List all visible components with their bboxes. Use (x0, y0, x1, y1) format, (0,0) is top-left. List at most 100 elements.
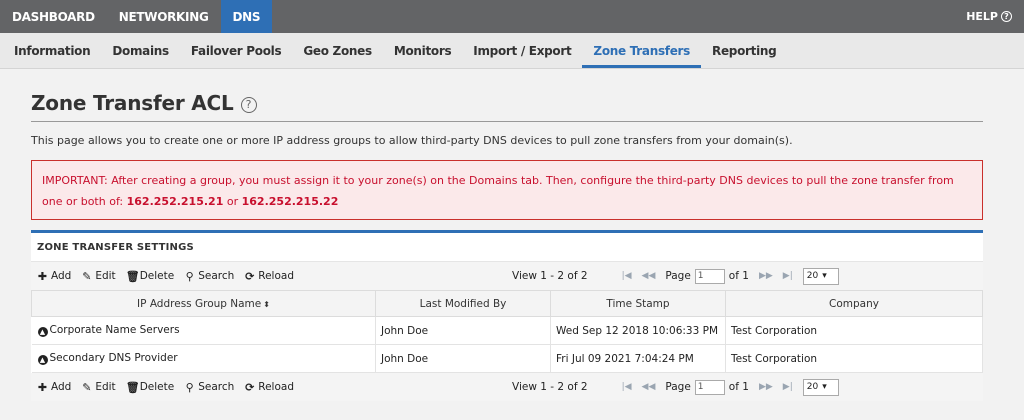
last-page-icon[interactable]: ▶| (783, 271, 793, 281)
grid-title: ZONE TRANSFER SETTINGS (31, 233, 983, 262)
delete-label: Delete (139, 381, 175, 393)
rows-per-page-select[interactable]: 20 ▾ (802, 378, 839, 396)
reload-icon: ⟳ (245, 380, 255, 394)
prev-page-icon[interactable]: ◀◀ (642, 382, 656, 392)
important-alert: IMPORTANT: After creating a group, you m… (31, 160, 983, 220)
alert-or: or (226, 195, 239, 208)
chevron-down-icon: ▾ (822, 271, 827, 281)
plus-icon: ✚ (37, 269, 48, 283)
delete-label: Delete (139, 270, 175, 282)
page-input[interactable] (694, 379, 725, 395)
topnav-dashboard[interactable]: DASHBOARD (0, 0, 107, 33)
group-name: Corporate Name Servers (49, 324, 180, 336)
edit-button[interactable]: ✎ Edit (81, 381, 115, 394)
reload-label: Reload (258, 381, 294, 393)
pencil-icon: ✎ (82, 269, 92, 283)
topnav-dns[interactable]: DNS (220, 0, 273, 33)
table-row[interactable]: ▲ Secondary DNS Provider John Doe Fri Jul… (31, 344, 983, 373)
table-row[interactable]: ▲ Corporate Name Servers John Doe Wed Sep… (31, 316, 983, 345)
page-count: of 1 (728, 270, 749, 282)
chevron-up-circle-icon[interactable]: ▲ (37, 327, 48, 337)
tab-reporting[interactable]: Reporting (701, 33, 787, 68)
prev-page-icon[interactable]: ◀◀ (642, 271, 656, 281)
pager-bottom: View 1 - 2 of 2 |◀ ◀◀ Page of 1 ▶▶ ▶| 20… (512, 373, 839, 401)
cell-timestamp: Fri Jul 09 2021 7:04:24 PM (550, 344, 726, 373)
tab-information[interactable]: Information (3, 33, 101, 68)
cell-modified-by: John Doe (375, 344, 551, 373)
search-button[interactable]: ⚲ Search (184, 380, 235, 394)
search-label: Search (198, 270, 235, 282)
group-name: Secondary DNS Provider (49, 352, 178, 364)
cell-company: Test Corporation (725, 316, 983, 345)
help-label: HELP (966, 10, 998, 23)
add-label: Add (51, 270, 72, 282)
add-button[interactable]: ✚ Add (37, 381, 71, 394)
zone-transfer-table: IP Address Group Name ⬍ Last Modified By … (31, 290, 983, 373)
search-icon: ⚲ (185, 380, 194, 394)
question-icon[interactable]: ? (240, 96, 257, 113)
cell-timestamp: Wed Sep 12 2018 10:06:33 PM (550, 316, 726, 345)
tab-import-export[interactable]: Import / Export (462, 33, 582, 68)
page-input[interactable] (694, 268, 725, 284)
first-page-icon[interactable]: |◀ (622, 382, 632, 392)
next-page-icon[interactable]: ▶▶ (759, 271, 773, 281)
add-label: Add (51, 381, 72, 393)
top-nav: DASHBOARD NETWORKING DNS HELP ? (0, 0, 1024, 33)
next-page-icon[interactable]: ▶▶ (759, 382, 773, 392)
zone-transfer-grid: ZONE TRANSFER SETTINGS ✚ Add ✎ Edit 🗑 De… (31, 230, 983, 401)
column-header-last-modified[interactable]: Last Modified By (375, 290, 551, 317)
tab-geo-zones[interactable]: Geo Zones (292, 33, 382, 68)
sort-icon: ⬍ (263, 299, 270, 309)
trash-icon: 🗑 (125, 380, 140, 394)
tab-zone-transfers[interactable]: Zone Transfers (582, 33, 702, 68)
chevron-up-circle-icon[interactable]: ▲ (37, 355, 48, 365)
add-button[interactable]: ✚ Add (37, 270, 71, 283)
rows-per-page-select[interactable]: 20 ▾ (802, 267, 839, 285)
page-header: Zone Transfer ACL ? (31, 91, 983, 122)
pager-top: View 1 - 2 of 2 |◀ ◀◀ Page of 1 ▶▶ ▶| 20… (512, 262, 839, 290)
rows-per-page-value: 20 (806, 382, 819, 392)
page-count: of 1 (728, 381, 749, 393)
tab-monitors[interactable]: Monitors (383, 33, 462, 68)
question-icon: ? (1001, 11, 1012, 22)
grid-toolbar-bottom: ✚ Add ✎ Edit 🗑 Delete ⚲ Search ⟳ Reload … (31, 373, 983, 401)
search-icon: ⚲ (185, 269, 194, 283)
tab-failover-pools[interactable]: Failover Pools (180, 33, 292, 68)
column-header-time-stamp[interactable]: Time Stamp (550, 290, 726, 317)
delete-button[interactable]: 🗑 Delete (126, 270, 175, 283)
page-description: This page allows you to create one or mo… (31, 134, 793, 147)
edit-label: Edit (95, 381, 116, 393)
pencil-icon: ✎ (82, 380, 92, 394)
page-title: Zone Transfer ACL (31, 91, 234, 115)
rows-per-page-value: 20 (806, 271, 819, 281)
cell-group-name[interactable]: ▲ Corporate Name Servers (31, 316, 376, 345)
page-label: Page (665, 381, 691, 393)
edit-label: Edit (95, 270, 116, 282)
reload-label: Reload (258, 270, 294, 282)
search-label: Search (198, 381, 235, 393)
topnav-networking[interactable]: NETWORKING (107, 0, 221, 33)
reload-button[interactable]: ⟳ Reload (244, 381, 294, 394)
cell-group-name[interactable]: ▲ Secondary DNS Provider (31, 344, 376, 373)
tab-domains[interactable]: Domains (101, 33, 180, 68)
alert-ip-2: 162.252.215.22 (241, 195, 339, 208)
first-page-icon[interactable]: |◀ (622, 271, 632, 281)
search-button[interactable]: ⚲ Search (184, 269, 235, 283)
trash-icon: 🗑 (125, 269, 140, 283)
edit-button[interactable]: ✎ Edit (81, 270, 115, 283)
alert-ip-1: 162.252.215.21 (126, 195, 224, 208)
cell-company: Test Corporation (725, 344, 983, 373)
column-header-company[interactable]: Company (725, 290, 983, 317)
delete-button[interactable]: 🗑 Delete (126, 381, 175, 394)
last-page-icon[interactable]: ▶| (783, 382, 793, 392)
main-content: Zone Transfer ACL ? This page allows you… (31, 91, 983, 401)
help-link[interactable]: HELP ? (966, 0, 1012, 33)
sub-nav: Information Domains Failover Pools Geo Z… (0, 33, 1024, 69)
table-header-row: IP Address Group Name ⬍ Last Modified By … (31, 290, 983, 317)
view-records-text: View 1 - 2 of 2 (512, 381, 588, 393)
column-header-group-name[interactable]: IP Address Group Name ⬍ (31, 290, 376, 317)
column-label: IP Address Group Name (137, 297, 262, 310)
cell-modified-by: John Doe (375, 316, 551, 345)
reload-button[interactable]: ⟳ Reload (244, 270, 294, 283)
chevron-down-icon: ▾ (822, 382, 827, 392)
